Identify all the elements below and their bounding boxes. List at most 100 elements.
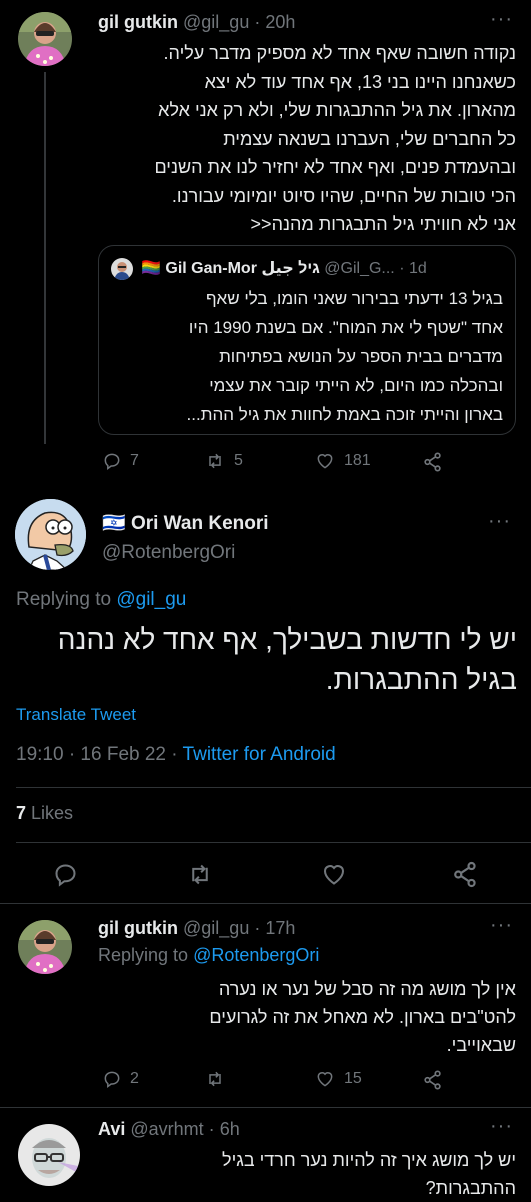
tweet-line: ההתבגרות? — [425, 1178, 516, 1198]
thread-line — [44, 72, 46, 444]
like-button[interactable]: 15 — [314, 1069, 362, 1089]
tweet-time[interactable]: 17h — [265, 918, 295, 938]
divider — [0, 903, 531, 904]
separator-dot: · — [208, 1119, 215, 1139]
share-button[interactable] — [422, 1069, 444, 1091]
tweet-line: אין לך מושג מה זה סבל של נער או נערה — [218, 979, 516, 999]
separator-dot: · — [254, 918, 261, 938]
reply-button[interactable] — [52, 861, 79, 888]
retweet-icon — [209, 453, 221, 469]
avatar-ori[interactable] — [15, 499, 86, 570]
likes-stat[interactable]: 7 Likes — [16, 803, 73, 824]
divider — [16, 842, 531, 843]
quoted-tweet[interactable]: 🏳️‍🌈 Gil Gan-Mor גיל جيل @Gil_G... · 1d … — [98, 245, 516, 435]
retweet-icon — [192, 864, 208, 885]
main-author-name-row[interactable]: 🇮🇱 Ori Wan Kenori — [102, 511, 269, 535]
tweet-source[interactable]: Twitter for Android — [183, 744, 336, 765]
author-name[interactable]: gil gutkin — [98, 918, 178, 938]
replying-to-handle[interactable]: @gil_gu — [116, 589, 186, 610]
rainbow-flag-icon: 🏳️‍🌈 — [141, 260, 161, 277]
author-handle[interactable]: @avrhmt — [130, 1119, 203, 1139]
reply1-text: אין לך מושג מה זה סבל של נער או נערה להט… — [96, 975, 516, 1059]
separator-dot: · — [399, 260, 405, 277]
author-handle[interactable]: @RotenbergOri — [102, 542, 235, 564]
israel-flag-icon: 🇮🇱 — [102, 513, 126, 534]
tweet-time[interactable]: 20h — [265, 12, 295, 32]
reply1-header: gil gutkin @gil_gu · 17h — [98, 918, 295, 939]
tweet1-text: נקודה חשובה שאף אחד לא מספיק מדבר עליה. … — [96, 39, 516, 239]
main-tweet-text: יש לי חדשות בשבילך, אף אחד לא נהנה בגיל … — [14, 620, 517, 700]
tweet-line: אני לא חוויתי גיל התבגרות מהנה<< — [250, 214, 516, 234]
share-icon — [424, 1070, 441, 1090]
divider — [16, 787, 531, 788]
like-button[interactable] — [320, 861, 348, 888]
heart-icon — [317, 454, 333, 469]
author-name[interactable]: Avi — [98, 1119, 125, 1139]
author-name: Ori Wan Kenori — [130, 513, 269, 534]
like-count: 15 — [344, 1070, 362, 1087]
likes-label: Likes — [26, 803, 74, 823]
replying-to-label: Replying to — [16, 589, 117, 610]
share-button[interactable] — [422, 451, 444, 473]
quoted-text: בגיל 13 ידעתי בבירור שאני הומו, בלי שאף … — [111, 284, 503, 429]
quoted-avatar — [111, 258, 133, 280]
retweet-button[interactable]: 5 — [204, 451, 243, 471]
replying-to: Replying to @RotenbergOri — [98, 945, 319, 966]
share-icon — [454, 861, 476, 888]
reply-button[interactable]: 7 — [102, 451, 139, 471]
author-name[interactable]: gil gutkin — [98, 12, 178, 32]
retweet-icon — [209, 1071, 221, 1087]
tweet-line: שבאוייבי. — [446, 1035, 516, 1055]
reply-icon — [104, 453, 120, 470]
replying-to-handle[interactable]: @RotenbergOri — [193, 945, 319, 965]
heart-icon — [323, 865, 345, 885]
reply-count: 2 — [130, 1070, 139, 1087]
replying-to: Replying to @gil_gu — [16, 589, 186, 611]
avatar-image — [18, 920, 72, 974]
reply-button[interactable]: 2 — [102, 1069, 139, 1089]
likes-count: 7 — [16, 803, 27, 823]
more-options-icon[interactable]: ··· — [488, 510, 511, 533]
avatar-avi[interactable] — [18, 1124, 80, 1186]
reply-icon — [104, 1071, 120, 1088]
tweet-line: כל החברים שלי, העברנו בשנאה עצמית — [223, 128, 516, 149]
avatar-image — [15, 499, 86, 570]
tweet-line: יש לך מושג איך זה להיות נער חרדי בגיל — [222, 1150, 516, 1170]
divider — [0, 1107, 531, 1108]
more-options-icon[interactable]: ··· — [490, 914, 513, 937]
tweet-line: כשאנחנו היינו בני 13, אף אחד עוד לא יצא — [204, 71, 516, 92]
tweet-metadata: 19:10 · 16 Feb 22 · Twitter for Android — [16, 744, 336, 766]
quoted-author-handle: @Gil_G... — [324, 260, 395, 277]
tweet-line: בגיל ההתבגרות. — [325, 664, 517, 695]
like-button[interactable]: 181 — [314, 451, 371, 471]
separator-dot: · — [254, 12, 261, 32]
reply2-header: Avi @avrhmt · 6h — [98, 1119, 240, 1140]
tweet-timestamp[interactable]: 19:10 · 16 Feb 22 · — [16, 744, 183, 765]
avatar-gil-gutkin[interactable] — [18, 920, 72, 974]
tweet-line: ובהעמדת פנים, ואף אחד לא יחזיר לנו את הש… — [154, 157, 516, 177]
avatar-image — [18, 12, 72, 66]
translate-tweet-link[interactable]: Translate Tweet — [16, 705, 136, 725]
like-count: 181 — [344, 452, 371, 469]
tweet-time[interactable]: 6h — [220, 1119, 240, 1139]
quoted-line: מדברים בבית הספר על הנושא בפתיחות — [219, 347, 503, 366]
retweet-button[interactable] — [204, 1069, 226, 1089]
retweet-button[interactable] — [186, 861, 214, 888]
tweet1-header: gil gutkin @gil_gu · 20h — [98, 12, 295, 33]
reply-icon — [55, 864, 76, 887]
replying-to-label: Replying to — [98, 945, 194, 965]
author-handle[interactable]: @gil_gu — [183, 12, 249, 32]
quoted-header: 🏳️‍🌈 Gil Gan-Mor גיל جيل @Gil_G... · 1d — [141, 258, 427, 278]
more-options-icon[interactable]: ··· — [490, 1115, 513, 1138]
share-button[interactable] — [451, 860, 480, 889]
tweet-line: להט"בים בארון. לא מאחל את זה לגרועים — [209, 1007, 516, 1027]
more-options-icon[interactable]: ··· — [490, 8, 513, 31]
reply-count: 7 — [130, 452, 139, 469]
retweet-count: 5 — [234, 452, 243, 469]
tweet-line: הכי טובות של החיים, שהיו סיוט יומיומי עב… — [171, 185, 516, 206]
quoted-avatar-image — [111, 258, 133, 280]
tweet-line: מהארון. את גיל ההתבגרות שלי, ולא רק אני … — [158, 100, 516, 120]
quoted-line: בגיל 13 ידעתי בבירור שאני הומו, בלי שאף — [205, 289, 503, 308]
author-handle[interactable]: @gil_gu — [183, 918, 249, 938]
avatar-gil-gutkin[interactable] — [18, 12, 72, 66]
